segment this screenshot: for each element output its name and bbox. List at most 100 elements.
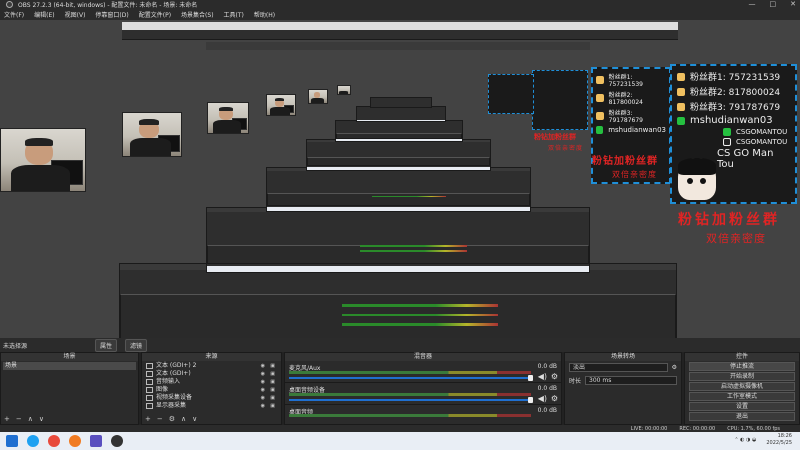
source-item[interactable]: 音频输入 ◉ ▣ xyxy=(144,378,279,386)
lock-icon[interactable]: ▣ xyxy=(270,378,275,386)
clock-time: 18:26 xyxy=(777,433,792,439)
mixer-header: 混音器 xyxy=(285,353,561,361)
menu-view[interactable]: 视图(V) xyxy=(65,10,86,19)
volume-slider-handle[interactable] xyxy=(528,375,533,381)
transition-gear-icon[interactable]: ⚙ xyxy=(672,364,677,371)
badge-icon xyxy=(596,76,604,84)
chrome-icon[interactable] xyxy=(48,435,60,447)
menu-profile[interactable]: 配置文件(P) xyxy=(139,10,171,19)
audio-icon xyxy=(146,379,153,385)
menu-edit[interactable]: 编辑(E) xyxy=(34,10,54,19)
filters-button[interactable]: 滤镜 xyxy=(125,338,148,352)
menu-scene-collection[interactable]: 场景集合(S) xyxy=(181,10,214,19)
source-item[interactable]: 图像 ◉ ▣ xyxy=(144,386,279,394)
webcam-feed xyxy=(308,89,328,104)
clock[interactable]: 18:26 2022/5/25 xyxy=(766,433,792,447)
mixer-channel: 桌面音频设备 0.0 dB ◀) ⚙ xyxy=(285,383,561,405)
settings-button[interactable]: 设置 xyxy=(689,402,795,411)
webcam-feed xyxy=(266,94,296,116)
controls-dock: 控件 停止推流 开始录制 启动虚拟摄像机 工作室模式 设置 退出 xyxy=(684,352,800,425)
wechat-id: mshudianwan03 xyxy=(608,126,666,134)
minimize-button[interactable]: — xyxy=(749,0,756,8)
start-icon[interactable] xyxy=(6,435,18,447)
lock-icon[interactable]: ▣ xyxy=(270,362,275,370)
exit-button[interactable]: 退出 xyxy=(689,412,795,421)
menu-help[interactable]: 帮助(H) xyxy=(254,10,275,19)
wechat-id: mshudianwan03 xyxy=(690,115,773,126)
fan-group-1: 粉丝群1: 757231539 xyxy=(608,74,643,88)
source-label: 文本 (GDI+) 2 xyxy=(156,362,197,369)
edge-icon[interactable] xyxy=(27,435,39,447)
visibility-eye-icon[interactable]: ◉ xyxy=(261,386,265,394)
source-item[interactable]: 文本 (GDI+) ◉ ▣ xyxy=(144,370,279,378)
sources-dock: 来源 文本 (GDI+) 2 ◉ ▣ 文本 (GDI+) ◉ ▣ 音频输入 ◉ ▣ 图像 ◉ ▣… xyxy=(141,352,282,425)
speaker-icon[interactable]: ◀) xyxy=(538,372,547,381)
transition-select[interactable]: 淡出 xyxy=(569,363,668,372)
add-source-button[interactable]: + xyxy=(145,415,151,423)
source-toolbar: 未选择源 属性 滤镜 xyxy=(0,338,800,352)
duration-input[interactable]: 300 ms xyxy=(585,376,677,385)
source-settings-gear-icon[interactable]: ⚙ xyxy=(169,415,175,423)
source-label: 视频采集设备 xyxy=(156,394,193,401)
add-scene-button[interactable]: + xyxy=(4,415,10,423)
source-item[interactable]: 显示器采集 ◉ ▣ xyxy=(144,402,279,410)
window-title: OBS 27.2.3 (64-bit, windows) - 配置文件: 未命名… xyxy=(18,2,198,9)
speaker-icon[interactable]: ◀) xyxy=(538,394,547,403)
text-icon xyxy=(146,363,153,369)
scene-transitions-dock: 场景转场 淡出 ⚙ 时长 300 ms xyxy=(564,352,682,425)
scene-item[interactable]: 场景 xyxy=(3,362,136,370)
douyin-id: CSGOMANTOU xyxy=(736,138,788,146)
move-source-up-button[interactable]: ∧ xyxy=(181,415,186,423)
visibility-eye-icon[interactable]: ◉ xyxy=(261,370,265,378)
webcam-feed xyxy=(0,128,86,192)
volume-slider[interactable] xyxy=(289,399,531,401)
move-scene-down-button[interactable]: ∨ xyxy=(39,415,44,423)
cpu-usage: CPU: 1.7%, 60.00 fps xyxy=(727,425,780,432)
stop-streaming-button[interactable]: 停止推流 xyxy=(689,362,795,371)
close-button[interactable]: ✕ xyxy=(790,0,796,8)
source-label: 文本 (GDI+) xyxy=(156,370,191,377)
gear-icon[interactable]: ⚙ xyxy=(551,372,558,381)
visibility-eye-icon[interactable]: ◉ xyxy=(261,362,265,370)
firefox-icon[interactable] xyxy=(69,435,81,447)
menu-file[interactable]: 文件(F) xyxy=(4,10,24,19)
badge-icon xyxy=(677,72,685,81)
properties-button[interactable]: 属性 xyxy=(95,338,118,352)
source-item[interactable]: 文本 (GDI+) 2 ◉ ▣ xyxy=(144,362,279,370)
move-scene-up-button[interactable]: ∧ xyxy=(28,415,33,423)
lock-icon[interactable]: ▣ xyxy=(270,370,275,378)
channel-db: 0.0 dB xyxy=(537,363,557,370)
lock-icon[interactable]: ▣ xyxy=(270,394,275,402)
lock-icon[interactable]: ▣ xyxy=(270,402,275,410)
menu-tools[interactable]: 工具(T) xyxy=(224,10,244,19)
start-virtual-camera-button[interactable]: 启动虚拟摄像机 xyxy=(689,382,795,391)
mixer-channel: 麦克风/Aux 0.0 dB ◀) ⚙ xyxy=(285,361,561,383)
clock-date: 2022/5/25 xyxy=(766,440,792,446)
gear-icon[interactable]: ⚙ xyxy=(551,394,558,403)
fan-group-overlay: 粉丝群1: 757231539 粉丝群2: 817800024 粉丝群3: 79… xyxy=(670,64,797,204)
preview-canvas[interactable]: 粉丝群1: 757231539 粉丝群2: 817800024 粉丝群3: 79… xyxy=(0,20,800,338)
channel-db: 0.0 dB xyxy=(537,385,557,392)
volume-slider-handle[interactable] xyxy=(528,397,533,403)
shield-app-icon[interactable] xyxy=(90,435,102,447)
start-recording-button[interactable]: 开始录制 xyxy=(689,372,795,381)
tray-icons[interactable]: ⌃ ◐ ◑ ◒ xyxy=(734,437,756,443)
studio-mode-button[interactable]: 工作室模式 xyxy=(689,392,795,401)
visibility-eye-icon[interactable]: ◉ xyxy=(261,394,265,402)
menu-docks[interactable]: 停靠窗口(D) xyxy=(95,10,128,19)
obs-icon[interactable] xyxy=(111,435,123,447)
camera-icon xyxy=(146,395,153,401)
move-source-down-button[interactable]: ∨ xyxy=(192,415,197,423)
visibility-eye-icon[interactable]: ◉ xyxy=(261,402,265,410)
volume-slider[interactable] xyxy=(289,377,531,379)
promo-title: 粉钻加粉丝群 xyxy=(592,156,658,167)
visibility-eye-icon[interactable]: ◉ xyxy=(261,378,265,386)
lock-icon[interactable]: ▣ xyxy=(270,386,275,394)
source-label: 显示器采集 xyxy=(156,402,187,409)
maximize-button[interactable]: □ xyxy=(770,0,777,8)
remove-source-button[interactable]: − xyxy=(157,415,163,423)
badge-icon xyxy=(596,94,604,102)
remove-scene-button[interactable]: − xyxy=(16,415,22,423)
source-item[interactable]: 视频采集设备 ◉ ▣ xyxy=(144,394,279,402)
volume-meter xyxy=(289,371,531,374)
